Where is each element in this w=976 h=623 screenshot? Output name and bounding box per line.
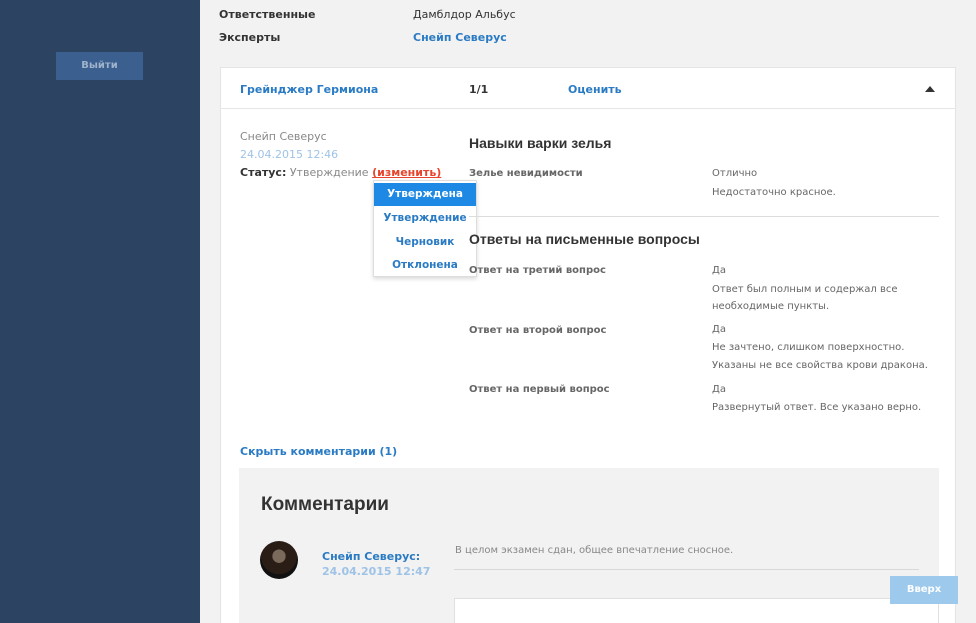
comment-author-link[interactable]: Снейп Северус: — [322, 550, 420, 563]
status-dropdown: Утверждена Утверждение Черновик Отклонен… — [373, 180, 477, 277]
experts-label: Эксперты — [219, 31, 281, 44]
responsible-label: Ответственные — [219, 8, 316, 21]
status-option-approving[interactable]: Утверждение — [374, 207, 476, 230]
comment-date: 24.04.2015 12:47 — [322, 565, 431, 578]
question-label: Ответ на первый вопрос — [469, 384, 610, 395]
comment-divider — [454, 569, 919, 570]
section-title-written: Ответы на письменные вопросы — [469, 231, 700, 247]
status-option-approved[interactable]: Утверждена — [374, 183, 476, 206]
student-link[interactable]: Грейнджер Гермиона — [240, 83, 378, 96]
card-header: Грейнджер Гермиона 1/1 Оценить — [221, 68, 955, 109]
section-divider — [469, 216, 939, 217]
answer-grade: Да — [712, 324, 726, 335]
answer-comment: Указаны не все свойства крови дракона. — [712, 360, 928, 371]
status-option-rejected[interactable]: Отклонена — [374, 254, 476, 277]
logout-button[interactable]: Выйти — [56, 52, 143, 80]
answer-comment: Развернутый ответ. Все указано верно. — [712, 402, 922, 413]
scroll-up-button[interactable]: Вверх — [890, 576, 958, 604]
rate-link[interactable]: Оценить — [568, 83, 622, 96]
change-status-link[interactable]: (изменить) — [372, 166, 441, 179]
hide-comments-link[interactable]: Скрыть комментарии (1) — [240, 445, 397, 458]
status-label: Статус: — [240, 166, 287, 179]
expert-link[interactable]: Снейп Северус — [413, 31, 507, 44]
progress-count: 1/1 — [469, 83, 489, 96]
collapse-arrow-icon[interactable] — [925, 86, 935, 92]
answer-comment: Недостаточно красное. — [712, 187, 836, 198]
status-value: Утверждение — [289, 166, 369, 179]
question-label: Ответ на второй вопрос — [469, 325, 607, 336]
status-line: Статус: Утверждение (изменить) — [240, 166, 441, 179]
answer-grade: Да — [712, 265, 726, 276]
section-title-potions: Навыки варки зелья — [469, 135, 612, 151]
responsible-value: Дамблдор Альбус — [413, 8, 516, 21]
question-label: Зелье невидимости — [469, 168, 583, 179]
question-label: Ответ на третий вопрос — [469, 265, 606, 276]
status-option-draft[interactable]: Черновик — [374, 231, 476, 254]
comments-title: Комментарии — [261, 494, 389, 515]
comment-text: В целом экзамен сдан, общее впечатление … — [455, 545, 734, 556]
review-card: Грейнджер Гермиона 1/1 Оценить Снейп Сев… — [220, 67, 956, 623]
reply-input[interactable] — [454, 598, 939, 623]
answer-grade: Да — [712, 384, 726, 395]
answer-comment: необходимые пункты. — [712, 301, 830, 312]
avatar — [260, 541, 298, 579]
answer-comment: Не зачтено, слишком поверхностно. — [712, 342, 905, 353]
answer-grade: Отлично — [712, 168, 758, 179]
comments-panel: Комментарии Снейп Северус: 24.04.2015 12… — [239, 468, 939, 623]
review-date: 24.04.2015 12:46 — [240, 148, 339, 161]
sidebar: Выйти — [0, 0, 200, 623]
reviewer-name: Снейп Северус — [240, 130, 327, 143]
main-content: Ответственные Дамблдор Альбус Эксперты С… — [200, 0, 976, 623]
